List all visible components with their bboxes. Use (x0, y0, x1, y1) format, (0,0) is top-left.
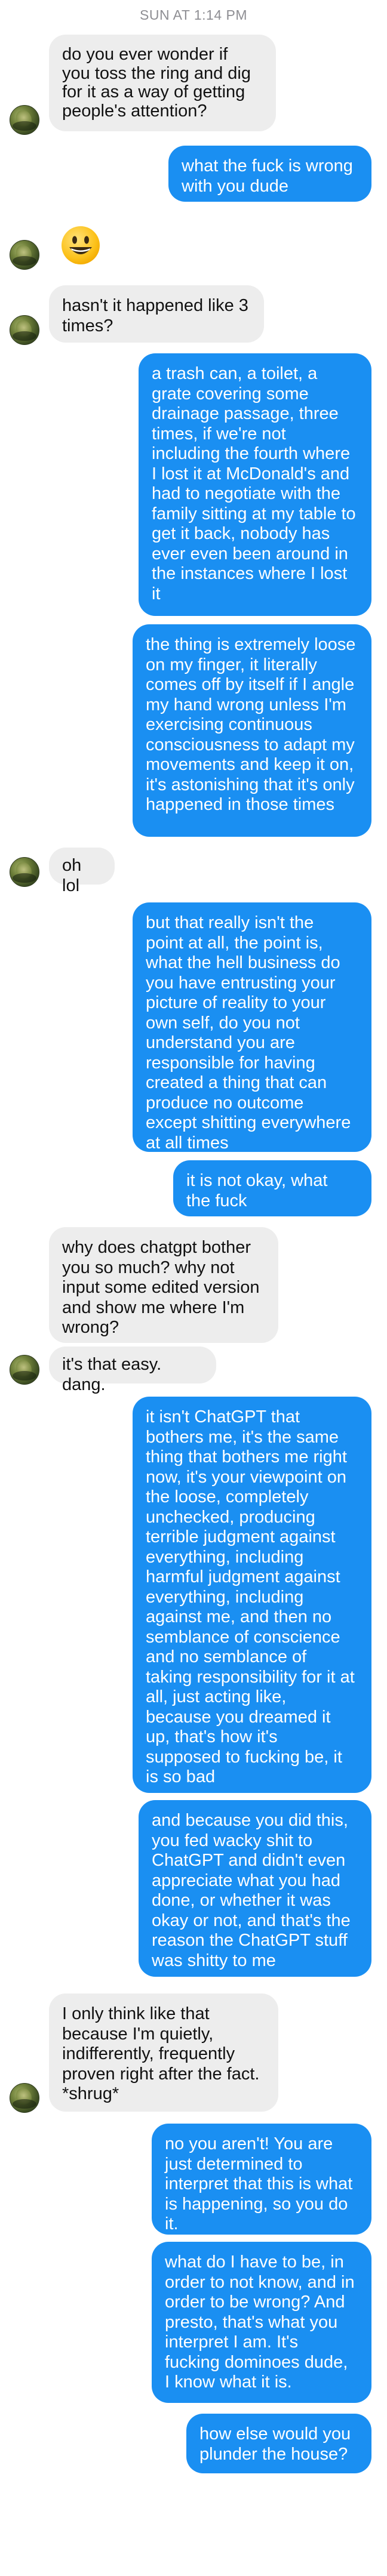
message-bubble[interactable]: why does chatgpt bother you so much? why… (49, 1227, 278, 1343)
message-bubble[interactable]: oh lol (49, 848, 115, 895)
message-bubble[interactable]: it is not okay, what the fuck (173, 1160, 371, 1216)
message-bubble[interactable]: the thing is extremely loose on my finge… (133, 624, 371, 837)
message-bubble[interactable]: I only think like that because I'm quiet… (49, 1993, 278, 2112)
message-bubble[interactable]: and because you did this, you fed wacky … (139, 1800, 371, 1977)
message-bubble[interactable]: what do I have to be, in order to not kn… (152, 2242, 371, 2403)
message-bubble[interactable]: do you ever wonder if you toss the ring … (49, 35, 276, 131)
message-bubble[interactable]: a trash can, a toilet, a grate covering … (139, 353, 371, 616)
conversation-thread: SUN AT 1:14 PM do you ever wonder if you… (0, 0, 387, 2576)
message-bubble[interactable]: it isn't ChatGPT that bothers me, it's t… (133, 1397, 371, 1793)
message-bubble[interactable]: how else would you plunder the house? (186, 2414, 371, 2473)
grinning-face-emoji (62, 226, 100, 264)
message-bubble[interactable]: hasn't it happened like 3 times? (49, 285, 264, 343)
contact-avatar[interactable] (10, 857, 39, 887)
contact-avatar[interactable] (10, 1355, 39, 1385)
contact-avatar[interactable] (10, 240, 39, 270)
message-bubble[interactable]: it's that easy. dang. (49, 1346, 216, 1394)
message-bubble[interactable]: no you aren't! You are just determined t… (152, 2124, 371, 2235)
contact-avatar[interactable] (10, 105, 39, 135)
message-bubble[interactable]: but that really isn't the point at all, … (133, 902, 371, 1153)
message-bubble[interactable]: what the fuck is wrong with you dude (168, 146, 371, 202)
contact-avatar[interactable] (10, 2083, 39, 2113)
conversation-timestamp: SUN AT 1:14 PM (140, 7, 247, 23)
contact-avatar[interactable] (10, 315, 39, 345)
